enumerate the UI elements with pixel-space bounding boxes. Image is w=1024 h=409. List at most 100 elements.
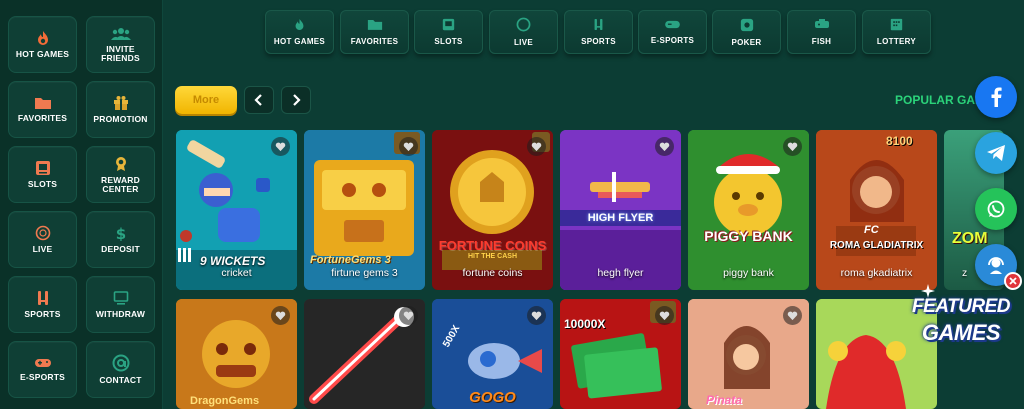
gamepad-icon [665,20,680,29]
sidebar-item-contact[interactable]: CONTACT [86,341,155,398]
chevron-right-icon [293,94,301,106]
tab-hot-games[interactable]: HOT GAMES [265,10,334,54]
sidebar-item-withdraw[interactable]: WITHDRAW [86,276,155,333]
featured-games-widget[interactable]: FEATURED GAMES [905,282,1017,372]
sidebar-item-label: SLOTS [27,179,58,189]
slot-machine-icon [442,18,455,31]
game-logo: FORTUNE COINS [438,238,547,253]
game-logo: Pinata [706,393,743,407]
game-logo-sub: HIT THE CASH [468,253,517,260]
favorite-button[interactable] [399,137,418,156]
tab-label: POKER [731,37,762,47]
tab-lottery[interactable]: LOTTERY [862,10,931,54]
favorite-button[interactable] [399,306,418,325]
game-logo: FortuneGems 3 [310,254,391,266]
live-ball-icon [35,225,50,241]
game-card-high-flyer[interactable]: HIGH FLYER hegh flyer [560,130,681,290]
sidebar-item-sports[interactable]: SPORTS [8,276,77,333]
game-logo: ZOM [952,230,988,247]
next-button[interactable] [281,86,311,114]
sidebar-item-e-sports[interactable]: E-SPORTS [8,341,77,398]
favorite-button[interactable] [655,306,674,325]
sidebar: HOT GAMES INVITE FRIENDS FAVORITES PROMO… [0,0,163,409]
game-logo: PIGGY BANK [704,228,793,244]
tab-e-sports[interactable]: E-SPORTS [638,10,707,54]
game-card-cricket[interactable]: 9 WICKETS cricket [176,130,297,290]
chevron-left-icon [254,94,262,106]
headset-icon [988,257,1004,274]
favorite-button[interactable] [271,137,290,156]
heart-icon [659,142,670,151]
favorite-button[interactable] [783,137,802,156]
svg-text:$: $ [115,225,125,241]
favorite-button[interactable] [271,306,290,325]
favorite-button[interactable] [527,137,546,156]
game-logo: DragonGems [190,395,260,407]
game-card-piggy-bank[interactable]: PIGGY BANK piggy bank [688,130,809,290]
folder-icon [34,98,51,109]
game-card-aviator[interactable] [304,299,425,409]
sidebar-item-favorites[interactable]: FAVORITES [8,81,77,138]
tab-fish[interactable]: FISH [787,10,856,54]
sidebar-item-label: HOT GAMES [15,49,70,59]
game-badge: FC [864,224,879,236]
sidebar-item-reward-center[interactable]: REWARD CENTER [86,146,155,203]
whatsapp-icon [987,200,1005,218]
dollar-icon: $ [115,225,125,241]
facebook-button[interactable] [975,76,1017,118]
heart-icon [275,142,286,151]
tab-live[interactable]: LIVE [489,10,558,54]
game-name: hegh flyer [597,267,644,279]
favorite-button[interactable] [783,306,802,325]
telegram-icon [987,145,1005,161]
sidebar-item-label: SPORTS [24,309,61,319]
game-card-dragon-gems[interactable]: DragonGems [176,299,297,409]
game-multiplier: 8100 [886,134,913,148]
game-card-fortune-coins[interactable]: FORTUNE COINS HIT THE CASH fortune coins [432,130,553,290]
tab-slots[interactable]: SLOTS [414,10,483,54]
sidebar-item-label: INVITE FRIENDS [101,43,140,63]
favorite-button[interactable] [655,137,674,156]
game-card-roma-gladiatrix[interactable]: 8100 FC ROMA GLADIATRIX roma gkadiatrix [816,130,937,290]
telegram-button[interactable] [975,132,1017,174]
sidebar-item-slots[interactable]: SLOTS [8,146,77,203]
tab-poker[interactable]: POKER [712,10,781,54]
game-card-pinata[interactable]: Pinata [688,299,809,409]
medal-icon [115,156,126,171]
at-sign-icon [112,354,129,372]
heart-icon [403,142,414,151]
sidebar-item-invite-friends[interactable]: INVITE FRIENDS [86,16,155,73]
tab-label: LIVE [514,38,533,47]
sidebar-item-label: FAVORITES [17,113,68,123]
prev-button[interactable] [244,86,274,114]
game-card-money[interactable]: 10000X [560,299,681,409]
sidebar-item-deposit[interactable]: $ DEPOSIT [86,211,155,268]
more-button[interactable]: More [175,86,237,114]
sidebar-item-label: REWARD CENTER [101,174,140,194]
flame-icon [295,19,304,30]
sidebar-item-hot-games[interactable]: HOT GAMES [8,16,77,73]
sports-icon [37,291,48,305]
sidebar-item-promotion[interactable]: PROMOTION [86,81,155,138]
flame-icon [37,31,48,45]
game-card-gogo[interactable]: 500X GOGO [432,299,553,409]
sports-icon [594,19,603,30]
game-card-fortune-gems-3[interactable]: FortuneGems 3 firtune gems 3 [304,130,425,290]
sidebar-item-live[interactable]: LIVE [8,211,77,268]
sidebar-item-label: DEPOSIT [101,244,140,254]
tab-label: SPORTS [581,37,616,46]
whatsapp-button[interactable] [975,188,1017,230]
heart-icon [659,311,670,320]
sidebar-item-label: CONTACT [99,375,142,385]
favorite-button[interactable] [527,306,546,325]
game-name: cricket [221,267,252,279]
game-name: firtune gems 3 [331,267,398,279]
users-icon [110,27,131,40]
tab-label: FAVORITES [350,37,399,46]
tab-label: LOTTERY [876,37,917,46]
folder-icon [367,20,382,30]
tab-favorites[interactable]: FAVORITES [340,10,409,54]
gamepad-icon [34,359,51,367]
tab-sports[interactable]: SPORTS [564,10,633,54]
lottery-icon [890,18,903,31]
